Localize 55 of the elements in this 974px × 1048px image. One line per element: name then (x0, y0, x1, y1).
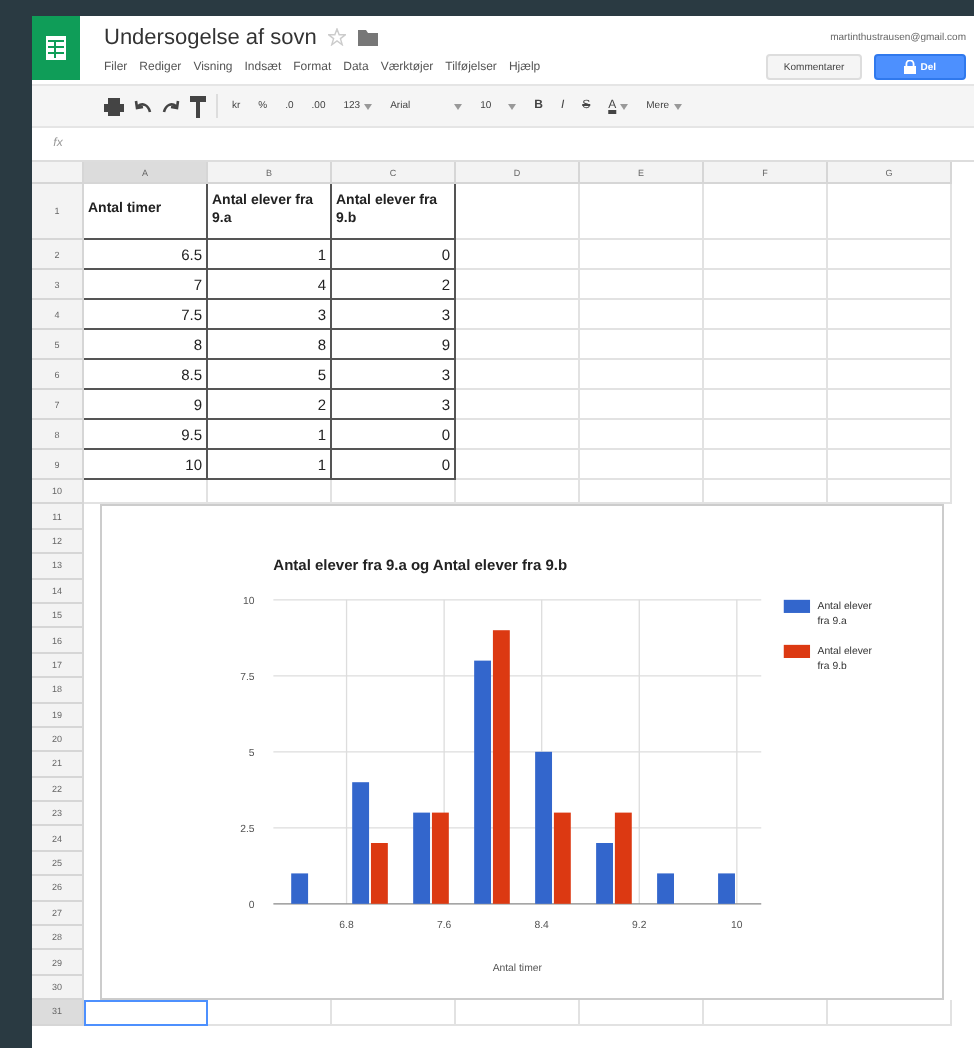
grid-cell[interactable] (828, 360, 952, 390)
selected-cell[interactable] (84, 1000, 208, 1026)
grid-cell[interactable] (456, 420, 580, 450)
sheets-logo-icon[interactable] (32, 16, 80, 80)
legend-swatch (783, 645, 811, 659)
grid-cell[interactable] (456, 330, 580, 360)
grid-cell[interactable] (704, 450, 828, 480)
grid-cell[interactable] (828, 450, 952, 480)
grid-cell[interactable] (456, 240, 580, 270)
select-all-corner[interactable] (32, 162, 84, 184)
redo-icon[interactable] (162, 99, 180, 113)
bar (291, 874, 309, 905)
grid-cell[interactable] (828, 300, 952, 330)
grid-cell[interactable] (456, 270, 580, 300)
bar (413, 813, 431, 905)
star-icon[interactable] (328, 28, 347, 46)
grid-cell[interactable] (828, 184, 952, 240)
print-icon[interactable] (104, 97, 124, 115)
grid-cell[interactable] (456, 360, 580, 390)
lock-icon (904, 60, 917, 74)
grid-cell[interactable] (828, 240, 952, 270)
grid-cell[interactable] (456, 184, 580, 240)
grid-cell[interactable] (704, 184, 828, 240)
grid-cell[interactable] (704, 240, 828, 270)
grid-cell[interactable] (580, 184, 704, 240)
grid-cell[interactable] (704, 270, 828, 300)
grid-cell[interactable] (704, 390, 828, 420)
grid-cell[interactable] (580, 300, 704, 330)
grid-cell[interactable] (704, 330, 828, 360)
grid-cell[interactable] (580, 240, 704, 270)
chart-title: Antal elever fra 9.a og Antal elever fra 9.b (273, 556, 568, 575)
grid-cell[interactable] (580, 390, 704, 420)
grid-cell[interactable] (704, 420, 828, 450)
bar (657, 874, 674, 905)
grid-cell[interactable] (828, 390, 952, 420)
grid-cell[interactable] (580, 330, 704, 360)
grid-cell[interactable] (580, 420, 704, 450)
grid-cell[interactable] (456, 450, 580, 480)
grid-cell[interactable] (828, 270, 952, 300)
folder-icon[interactable] (358, 29, 379, 45)
grid-cell[interactable] (580, 450, 704, 480)
grid-cell[interactable] (828, 330, 952, 360)
grid-cell[interactable] (828, 420, 952, 450)
undo-icon[interactable] (134, 99, 152, 113)
grid-cell[interactable] (704, 300, 828, 330)
grid-cell[interactable] (580, 360, 704, 390)
paint-format-icon[interactable] (190, 95, 206, 117)
bar (718, 874, 735, 905)
grid-cell[interactable] (456, 390, 580, 420)
document-title[interactable]: Undersogelse af sovn (104, 25, 317, 49)
bar (431, 813, 449, 905)
grid-cell[interactable] (704, 360, 828, 390)
grid-cell[interactable] (456, 300, 580, 330)
grid-cell[interactable] (580, 270, 704, 300)
legend-swatch (783, 600, 811, 614)
